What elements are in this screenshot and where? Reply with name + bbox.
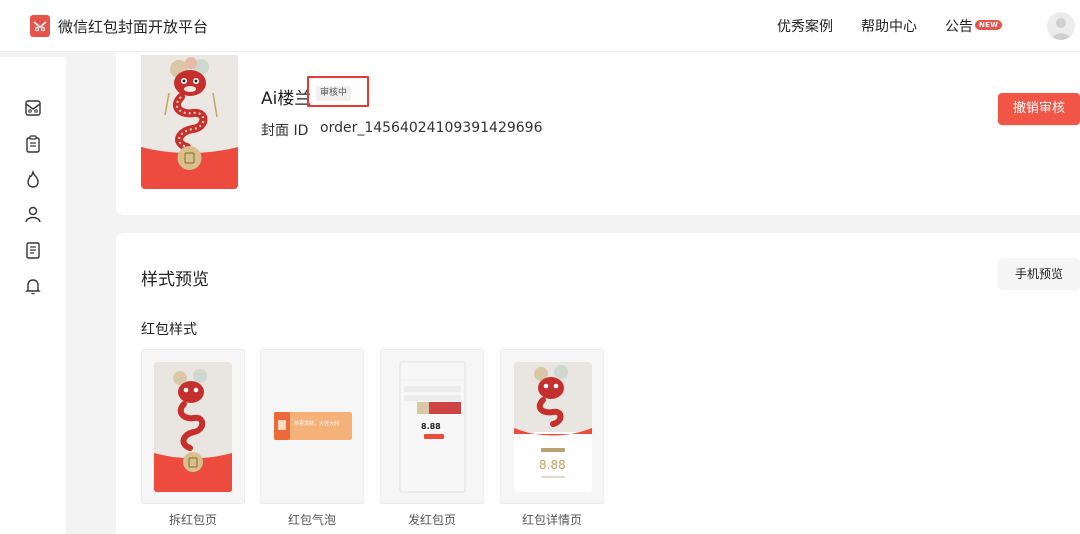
avatar[interactable] [1047,12,1075,40]
snake-cover-image [141,55,238,189]
phone-preview-button[interactable]: 手机预览 [998,258,1080,290]
style-label-send: 发红包页 [407,513,456,527]
cover-name: Ai楼兰 [261,89,312,109]
nav-help-center[interactable]: 帮助中心 [861,16,917,36]
style-subtitle: 红包样式 [141,322,197,338]
bubble-text: 恭喜发财，大吉大利 [294,421,340,427]
new-badge: NEW [975,20,1003,30]
detail-amount: 8.88 [539,458,566,472]
flame-icon[interactable] [24,170,42,188]
envelope-icon[interactable] [24,99,42,117]
document-icon[interactable] [24,241,42,259]
brand[interactable]: 微信红包封面开放平台 [30,14,208,38]
cover-thumbnail[interactable] [141,55,238,189]
status-highlight-box [307,76,369,107]
style-label-detail: 红包详情页 [521,513,582,527]
style-label-open: 拆红包页 [168,513,217,527]
user-icon[interactable] [24,205,42,223]
style-detail-page[interactable]: 8.88 [500,349,604,504]
nav-announcements[interactable]: 公告 [945,16,973,36]
detail-page-preview [514,362,592,492]
cover-id-value: order_14564024109391429696 [320,120,543,136]
send-amount: 8.88 [421,422,441,431]
cover-id-label: 封面 ID [261,123,309,139]
style-open-page[interactable] [141,349,245,504]
cancel-review-button[interactable]: 撤销审核 [998,93,1080,125]
bubble-preview [274,412,352,440]
style-send-page[interactable]: 8.88 [380,349,484,504]
section-title: 样式预览 [141,270,209,290]
clipboard-icon[interactable] [24,135,42,153]
open-page-preview [154,362,232,492]
brand-title: 微信红包封面开放平台 [58,17,209,36]
red-packet-logo-icon [30,15,50,37]
style-bubble[interactable]: 恭喜发财，大吉大利 [260,349,364,504]
user-avatar-icon [1051,18,1071,40]
style-label-bubble: 红包气泡 [287,513,336,527]
bell-icon[interactable] [24,277,42,295]
sidebar [0,57,66,534]
top-bar: 微信红包封面开放平台 优秀案例 帮助中心 公告 NEW [0,0,1080,52]
nav-showcase[interactable]: 优秀案例 [777,16,833,36]
